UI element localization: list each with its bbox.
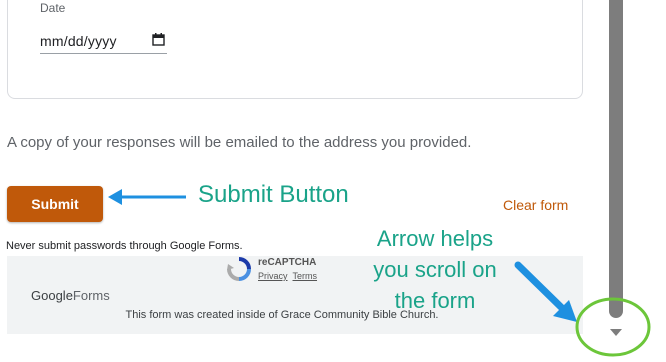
date-placeholder: mm/dd/yyyy: [40, 33, 117, 49]
scroll-down-arrow-icon[interactable]: [610, 329, 622, 336]
copy-responses-note: A copy of your responses will be emailed…: [7, 134, 472, 151]
recaptcha-icon: [227, 257, 251, 281]
date-label: Date: [40, 1, 66, 15]
scroll-annotation-line-1: Arrow helps: [376, 226, 494, 251]
recaptcha-name: reCAPTCHA: [258, 257, 317, 268]
recaptcha-terms-link[interactable]: Terms: [293, 271, 318, 281]
calendar-icon[interactable]: [152, 33, 165, 46]
date-input[interactable]: mm/dd/yyyy: [40, 30, 167, 54]
left-arrow-icon: [108, 189, 186, 205]
submit-annotation: Submit Button: [198, 181, 349, 208]
scrollbar-thumb[interactable]: [609, 0, 623, 318]
password-warning: Never submit passwords through Google Fo…: [6, 240, 243, 252]
clear-form-button[interactable]: Clear form: [503, 197, 568, 213]
logo-google-text: Google: [31, 288, 73, 303]
submit-button[interactable]: Submit: [7, 186, 103, 222]
date-question-card: Date mm/dd/yyyy: [7, 0, 583, 99]
scroll-annotation-line-3: the form: [394, 288, 476, 313]
recaptcha-privacy-link[interactable]: Privacy: [258, 271, 288, 281]
scrollbar[interactable]: [606, 0, 666, 362]
logo-forms-text: Forms: [72, 288, 110, 303]
scroll-arrow-annotation: Arrow helps you scroll on the form: [360, 223, 510, 316]
google-forms-logo[interactable]: GoogleForms: [31, 288, 110, 303]
recaptcha-links: Privacy Terms: [258, 271, 322, 281]
scroll-annotation-line-2: you scroll on: [373, 257, 497, 282]
